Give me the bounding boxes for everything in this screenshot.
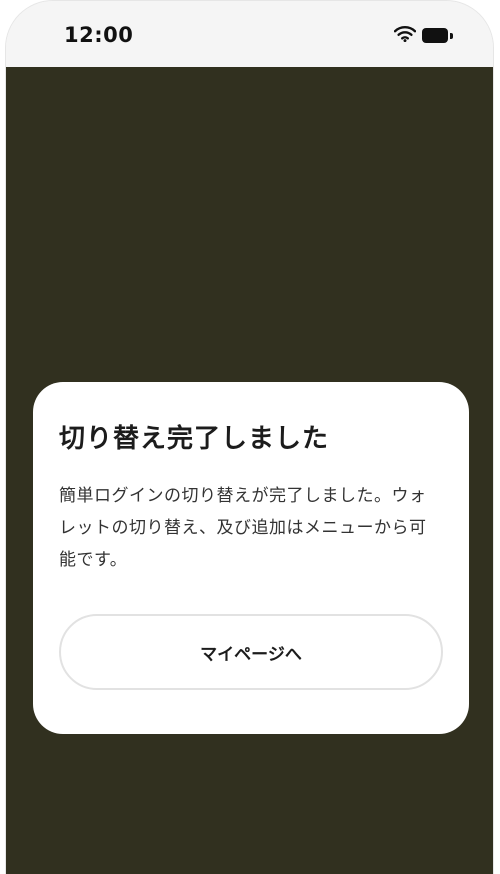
battery-icon: [422, 28, 453, 43]
dialog-title: 切り替え完了しました: [59, 424, 330, 454]
dialog-message: 簡単ログインの切り替えが完了しました。ウォレットの切り替え、及び追加はメニューか…: [59, 486, 427, 570]
status-bar: 12:00: [6, 1, 493, 67]
completion-dialog: 切り替え完了しました 簡単ログインの切り替えが完了しました。ウォレットの切り替え…: [33, 382, 469, 734]
wifi-icon: [393, 25, 417, 46]
phone-frame: 12:00 切り替え完了しました 簡単ログインの切り替えが完了しました。ウォレッ…: [5, 0, 494, 874]
status-time: 12:00: [64, 23, 134, 47]
my-page-button[interactable]: マイページへ: [59, 614, 443, 690]
status-icons: [393, 25, 453, 46]
modal-backdrop[interactable]: 切り替え完了しました 簡単ログインの切り替えが完了しました。ウォレットの切り替え…: [6, 67, 493, 874]
